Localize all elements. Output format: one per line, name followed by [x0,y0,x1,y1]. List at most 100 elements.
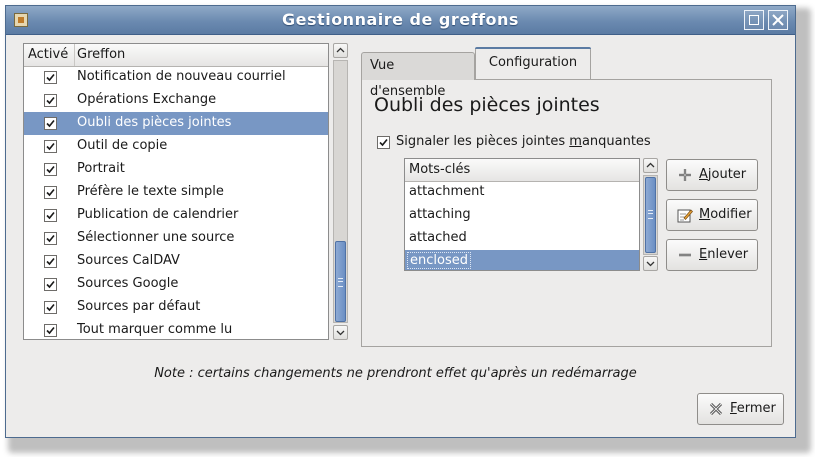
plugin-list-header: Activé Greffon [24,44,328,67]
plugin-row[interactable]: Opérations Exchange [24,89,328,112]
plugin-name: Tout marquer comme lu [77,322,233,337]
plugin-title: Oubli des pièces jointes [374,94,600,116]
edit-button-label: Modifier [699,207,752,222]
remove-mnemonic: E [699,247,708,262]
chevron-down-icon [646,261,655,267]
keyword-row[interactable]: attachment [405,181,639,204]
window-title: Gestionnaire de greffons [282,10,519,29]
checkbox-checked-icon[interactable] [44,186,57,199]
scroll-thumb[interactable] [335,241,346,322]
keywords-scrollbar[interactable] [643,158,658,271]
scroll-track[interactable] [333,60,348,323]
close-mnemonic: F [730,401,737,416]
close-window-button[interactable] [768,10,788,30]
edit-label-rest: odifier [710,207,752,222]
add-button-label: Ajouter [699,167,746,182]
grip-icon [338,278,343,287]
scroll-up-button[interactable] [333,43,348,58]
remind-label-mnemonic: m [569,134,582,149]
keyword-label: attachment [409,184,485,199]
close-button-label: Fermer [730,401,776,416]
keywords-scroll-track[interactable] [643,175,658,255]
plugin-name: Sources CalDAV [77,253,180,268]
remind-label-part2: anquantes [581,134,651,149]
scroll-down-button[interactable] [333,325,348,340]
checkbox-checked-icon[interactable] [44,140,57,153]
keyword-row[interactable]: attached [405,227,639,250]
plugin-list[interactable]: Activé Greffon Notification de nouveau c… [23,43,329,340]
plugin-name: Sources par défaut [77,299,201,314]
chevron-up-icon [336,47,345,53]
keyword-label: attached [409,230,467,245]
checkbox-checked-icon[interactable] [44,94,57,107]
plus-icon [679,169,691,181]
add-keyword-button[interactable]: Ajouter [666,159,758,191]
close-icon [772,14,784,26]
chevron-down-icon [336,330,345,336]
plugin-name: Opérations Exchange [77,92,217,107]
plugin-list-scrollbar[interactable] [333,43,348,340]
column-header-name[interactable]: Greffon [77,44,125,66]
plugin-row[interactable]: Sources Google [24,273,328,296]
checkbox-checked-icon[interactable] [44,324,57,337]
remind-missing-label: Signaler les pièces jointes manquantes [396,134,651,149]
close-icon [709,402,723,416]
plugin-row[interactable]: Tout marquer comme lu [24,319,328,339]
plugin-row[interactable]: Sources CalDAV [24,250,328,273]
checkbox-checked-icon[interactable] [44,301,57,314]
keyword-row[interactable]: enclosed [405,250,639,270]
plugin-row[interactable]: Portrait [24,158,328,181]
plugin-name: Oubli des pièces jointes [77,115,232,130]
plugin-name: Publication de calendrier [77,207,239,222]
keywords-column-header[interactable]: Mots-clés [405,159,639,182]
close-label-rest: ermer [736,401,776,416]
checkbox-checked-icon[interactable] [44,209,57,222]
checkbox-checked-icon[interactable] [44,255,57,268]
keywords-scroll-thumb[interactable] [645,177,656,253]
titlebar[interactable]: Gestionnaire de greffons [6,6,795,35]
plugin-row[interactable]: Préfère le texte simple [24,181,328,204]
close-button[interactable]: Fermer [697,393,784,425]
grip-icon [648,210,653,219]
plugin-row[interactable]: Publication de calendrier [24,204,328,227]
add-mnemonic: A [699,167,708,182]
keyword-label: attaching [409,207,471,222]
checkbox-checked-icon[interactable] [44,278,57,291]
remove-button-label: Enlever [699,247,748,262]
restart-note: Note : certains changements ne prendront… [154,366,637,381]
tab-configuration[interactable]: Configuration [475,47,591,79]
remove-keyword-button[interactable]: Enlever [666,239,758,271]
plugin-row[interactable]: Sélectionner une source [24,227,328,250]
chevron-up-icon [646,162,655,168]
plugin-name: Préfère le texte simple [77,184,224,199]
plugin-name: Portrait [77,161,125,176]
keyword-row[interactable]: attaching [405,204,639,227]
remind-label-part1: Signaler les pièces jointes [396,134,570,149]
checkbox-checked-icon[interactable] [44,232,57,245]
plugin-name: Outil de copie [77,138,168,153]
keywords-scroll-up-button[interactable] [643,158,658,173]
plugin-name: Notification de nouveau courriel [77,69,286,84]
column-header-active[interactable]: Activé [28,44,75,66]
keyword-label: enclosed [407,252,471,269]
plugin-row[interactable]: Notification de nouveau courriel [24,66,328,89]
edit-mnemonic: M [699,207,711,222]
tab-overview[interactable]: Vue d'ensemble [361,52,475,99]
maximize-button[interactable] [744,10,764,30]
minus-icon [679,253,691,257]
plugin-row[interactable]: Oubli des pièces jointes [24,112,328,135]
checkbox-checked-icon[interactable] [44,117,57,130]
keywords-list[interactable]: Mots-clés attachment attaching attached enc… [404,158,640,271]
plugin-name: Sources Google [77,276,179,291]
edit-pencil-icon [677,209,693,223]
checkbox-checked-icon[interactable] [44,71,57,84]
plugin-row[interactable]: Sources par défaut [24,296,328,319]
plugin-row[interactable]: Outil de copie [24,135,328,158]
keywords-scroll-down-button[interactable] [643,256,658,271]
checkbox-checked-icon[interactable] [377,136,390,149]
add-label-rest: jouter [707,167,747,182]
remove-label-rest: nlever [707,247,749,262]
edit-keyword-button[interactable]: Modifier [666,199,758,231]
checkbox-checked-icon[interactable] [44,163,57,176]
plugin-name: Sélectionner une source [77,230,235,245]
